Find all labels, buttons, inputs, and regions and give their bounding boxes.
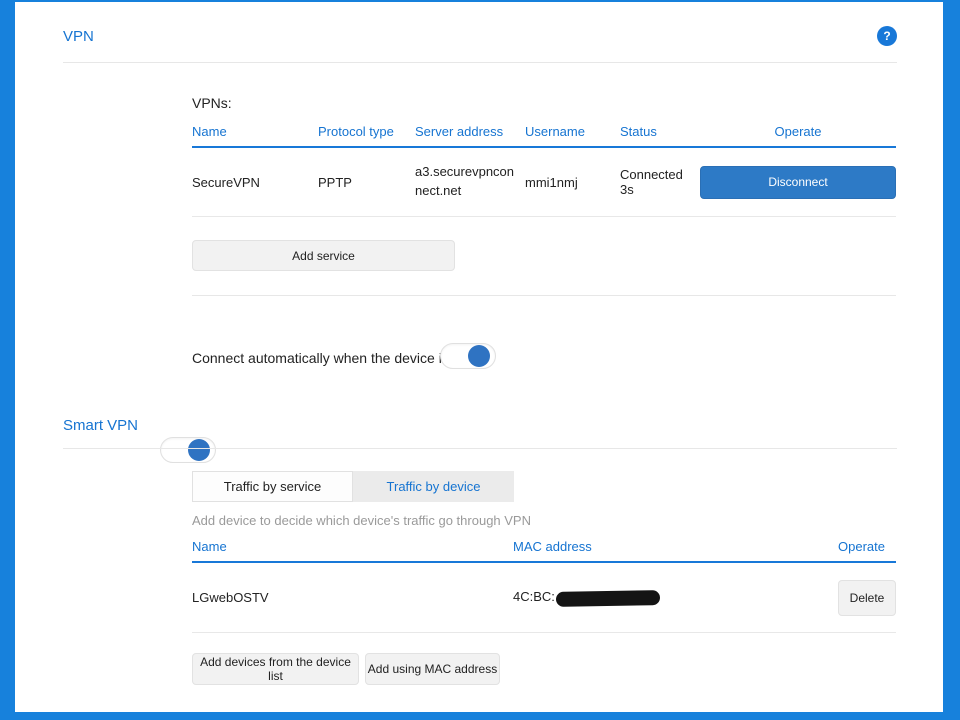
toggle-knob: [468, 345, 490, 367]
vpn-name: SecureVPN: [192, 175, 318, 190]
device-mac-prefix: 4C:BC:: [513, 589, 555, 604]
device-table-header-row: Name MAC address Operate: [192, 539, 896, 563]
page-title: VPN: [63, 28, 94, 45]
toggle-knob: [188, 439, 210, 461]
device-table: Name MAC address Operate LGwebOSTV 4C:BC…: [192, 539, 896, 633]
vpn-table: Name Protocol type Server address Userna…: [192, 124, 896, 217]
add-devices-from-list-button[interactable]: Add devices from the device list: [192, 653, 359, 685]
auto-connect-label: Connect automatically when the device is…: [192, 350, 468, 366]
smart-vpn-toggle[interactable]: [160, 437, 216, 463]
mac-redaction-mark: [556, 590, 660, 607]
page-frame: VPN ? VPNs: Name Protocol type Server ad…: [0, 0, 960, 720]
device-table-row: LGwebOSTV 4C:BC: Delete: [192, 563, 896, 633]
disconnect-button[interactable]: Disconnect: [700, 166, 896, 199]
vpn-col-operate: Operate: [700, 124, 896, 139]
vpn-col-protocol: Protocol type: [318, 124, 415, 139]
help-icon[interactable]: ?: [877, 26, 897, 46]
tab-traffic-by-service[interactable]: Traffic by service: [192, 471, 353, 502]
delete-button[interactable]: Delete: [838, 580, 896, 616]
vpn-table-row: SecureVPN PPTP a3.securevpnconnect.net m…: [192, 148, 896, 217]
device-col-operate: Operate: [816, 539, 896, 554]
vpn-status: Connected 3s: [620, 167, 700, 197]
add-using-mac-button[interactable]: Add using MAC address: [365, 653, 500, 685]
vpn-server-address: a3.securevpnconnect.net: [415, 163, 525, 201]
device-operate-cell: Delete: [816, 580, 896, 616]
add-service-button[interactable]: Add service: [192, 240, 455, 271]
vpn-col-name: Name: [192, 124, 318, 139]
tabs-hint-text: Add device to decide which device's traf…: [192, 513, 531, 528]
content-card: VPN ? VPNs: Name Protocol type Server ad…: [15, 2, 943, 712]
vpn-operate-cell: Disconnect: [700, 166, 896, 199]
header-divider: [63, 62, 897, 63]
tab-traffic-by-device[interactable]: Traffic by device: [353, 471, 514, 502]
vpn-col-server: Server address: [415, 124, 525, 139]
device-name: LGwebOSTV: [192, 590, 513, 605]
device-col-mac: MAC address: [513, 539, 816, 554]
vpn-col-status: Status: [620, 124, 700, 139]
auto-connect-toggle[interactable]: [440, 343, 496, 369]
vpn-table-header-row: Name Protocol type Server address Userna…: [192, 124, 896, 148]
vpn-col-username: Username: [525, 124, 620, 139]
traffic-tabs: Traffic by service Traffic by device: [192, 471, 514, 502]
vpns-label: VPNs:: [192, 95, 232, 111]
smart-vpn-title: Smart VPN: [63, 417, 138, 434]
device-col-name: Name: [192, 539, 513, 554]
vpn-protocol: PPTP: [318, 175, 415, 190]
section-divider: [192, 295, 896, 296]
vpn-username: mmi1nmj: [525, 175, 620, 190]
device-mac: 4C:BC:: [513, 589, 816, 605]
smart-vpn-divider: [63, 448, 897, 449]
